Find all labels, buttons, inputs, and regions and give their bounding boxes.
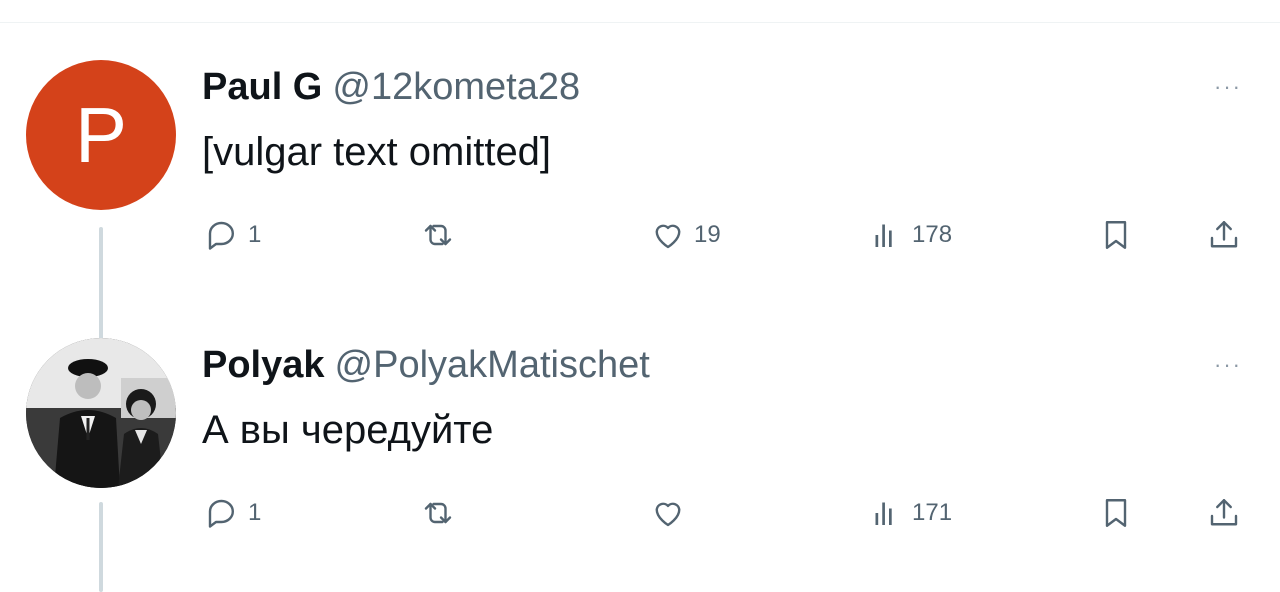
bookmark-icon: [1105, 499, 1127, 527]
reply-button[interactable]: 1: [204, 495, 261, 531]
reply-count: 1: [248, 499, 262, 526]
user-handle[interactable]: @12kometa28: [332, 66, 580, 108]
avatar-letter: P: [74, 90, 128, 179]
display-name[interactable]: Polyak: [202, 344, 325, 386]
retweet-icon: [424, 502, 452, 524]
more-options-icon[interactable]: ···: [1214, 74, 1242, 100]
view-count: 171: [912, 499, 953, 526]
like-button[interactable]: 19: [650, 217, 721, 253]
tweet-text: [vulgar text omitted]: [202, 130, 552, 174]
share-button[interactable]: [1206, 495, 1242, 531]
views-button[interactable]: 171: [868, 495, 952, 531]
views-chart-icon: [875, 502, 892, 525]
retweet-icon: [424, 224, 452, 246]
share-button[interactable]: [1206, 217, 1242, 253]
reply-button[interactable]: 1: [204, 217, 261, 253]
view-count: 178: [912, 221, 953, 248]
user-handle[interactable]: @PolyakMatischet: [335, 344, 650, 386]
share-icon: [1210, 221, 1238, 248]
retweet-button[interactable]: [420, 217, 464, 253]
reply-icon: [208, 499, 234, 528]
like-button[interactable]: [650, 495, 694, 531]
tweet-actions: 1 171: [0, 495, 1280, 535]
views-chart-icon: [875, 224, 892, 247]
bookmark-button[interactable]: [1098, 495, 1134, 531]
views-button[interactable]: 178: [868, 217, 952, 253]
heart-icon: [655, 224, 681, 249]
tweet-polyak[interactable]: Polyak @PolyakMatischet ··· А вы чередуйт…: [0, 330, 1280, 592]
bookmark-button[interactable]: [1098, 217, 1134, 253]
like-count: 19: [694, 221, 721, 248]
tweet-paul-g[interactable]: P Paul G @12kometa28 ··· [vulgar text omi…: [0, 52, 1280, 367]
tweet-text: А вы чередуйте: [202, 408, 494, 452]
display-name[interactable]: Paul G: [202, 66, 322, 108]
retweet-button[interactable]: [420, 495, 464, 531]
top-divider: [0, 0, 1280, 23]
avatar[interactable]: [26, 338, 176, 488]
reply-count: 1: [248, 221, 262, 248]
avatar-photo: [26, 338, 176, 488]
reply-icon: [208, 221, 234, 250]
heart-icon: [655, 502, 681, 527]
share-icon: [1210, 499, 1238, 526]
tweet-header: Paul G @12kometa28: [202, 66, 580, 109]
bookmark-icon: [1105, 221, 1127, 249]
more-options-icon[interactable]: ···: [1214, 352, 1242, 378]
tweet-header: Polyak @PolyakMatischet: [202, 344, 650, 387]
avatar[interactable]: P: [26, 60, 176, 210]
tweet-actions: 1 19 178: [0, 217, 1280, 257]
